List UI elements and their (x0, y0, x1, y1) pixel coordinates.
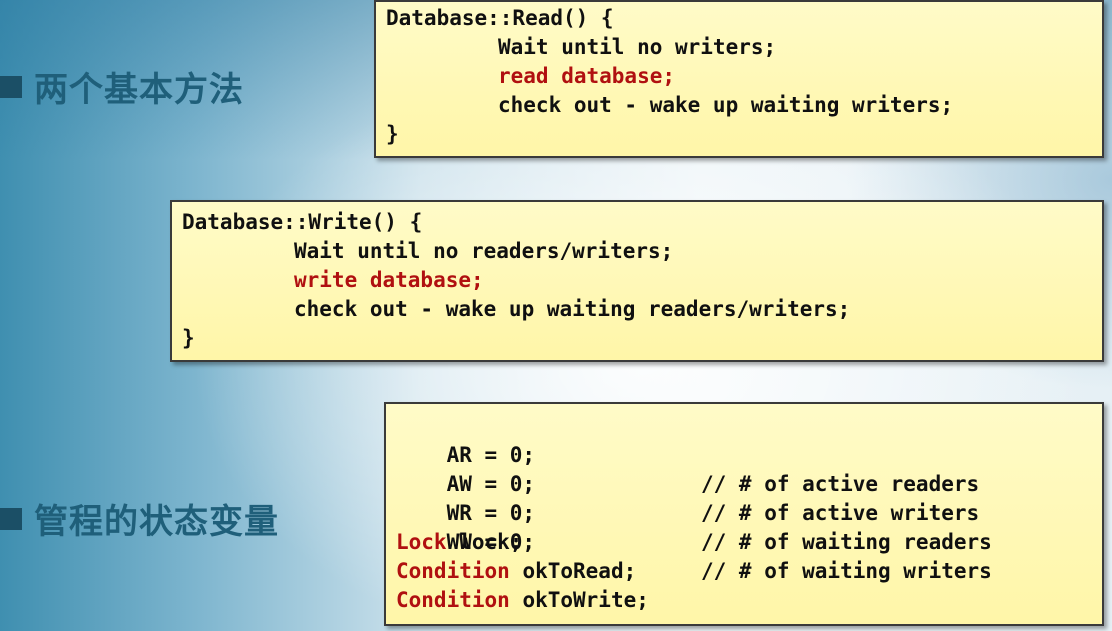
state-vars-box: AR = 0; // # of active readers AW = 0; /… (384, 402, 1104, 626)
write-action-line: write database; (294, 268, 484, 292)
square-bullet-icon (0, 75, 22, 98)
condition-write-line: Condition okToWrite; (396, 586, 1092, 615)
var-line-ww: WW = 0; // # of waiting writers (396, 499, 1092, 583)
write-close-brace: } (182, 326, 195, 350)
heading-methods-text: 两个基本方法 (34, 70, 244, 110)
read-method-box: Database::Read() { Wait until no writers… (374, 0, 1104, 158)
condition-name: okToWrite; (522, 588, 649, 612)
var-comment: // # of waiting readers (701, 530, 992, 554)
read-action-line: read database; (498, 64, 676, 88)
var-line-wr: WR = 0; // # of waiting readers (396, 470, 1092, 554)
read-checkout-line: check out - wake up waiting writers; (498, 93, 954, 117)
var-line-aw: AW = 0; // # of active writers (396, 441, 1092, 525)
var-comment: // # of waiting writers (701, 559, 992, 583)
var-code: WW = 0; (446, 530, 536, 554)
heading-methods: 两个基本方法 (0, 62, 244, 111)
write-checkout-line: check out - wake up waiting readers/writ… (294, 297, 851, 321)
heading-state-vars: 管程的状态变量 (0, 494, 279, 543)
write-wait-line: Wait until no readers/writers; (294, 239, 674, 263)
square-bullet-icon (0, 507, 22, 530)
var-line-ar: AR = 0; // # of active readers (396, 412, 1092, 496)
heading-state-vars-text: 管程的状态变量 (34, 502, 279, 542)
write-signature: Database::Write() { (182, 210, 423, 234)
condition-name: okToRead; (522, 559, 637, 583)
write-method-box: Database::Write() { Wait until no reader… (170, 200, 1104, 362)
read-signature: Database::Read() { (386, 6, 614, 30)
read-wait-line: Wait until no writers; (498, 35, 777, 59)
read-close-brace: } (386, 122, 399, 146)
